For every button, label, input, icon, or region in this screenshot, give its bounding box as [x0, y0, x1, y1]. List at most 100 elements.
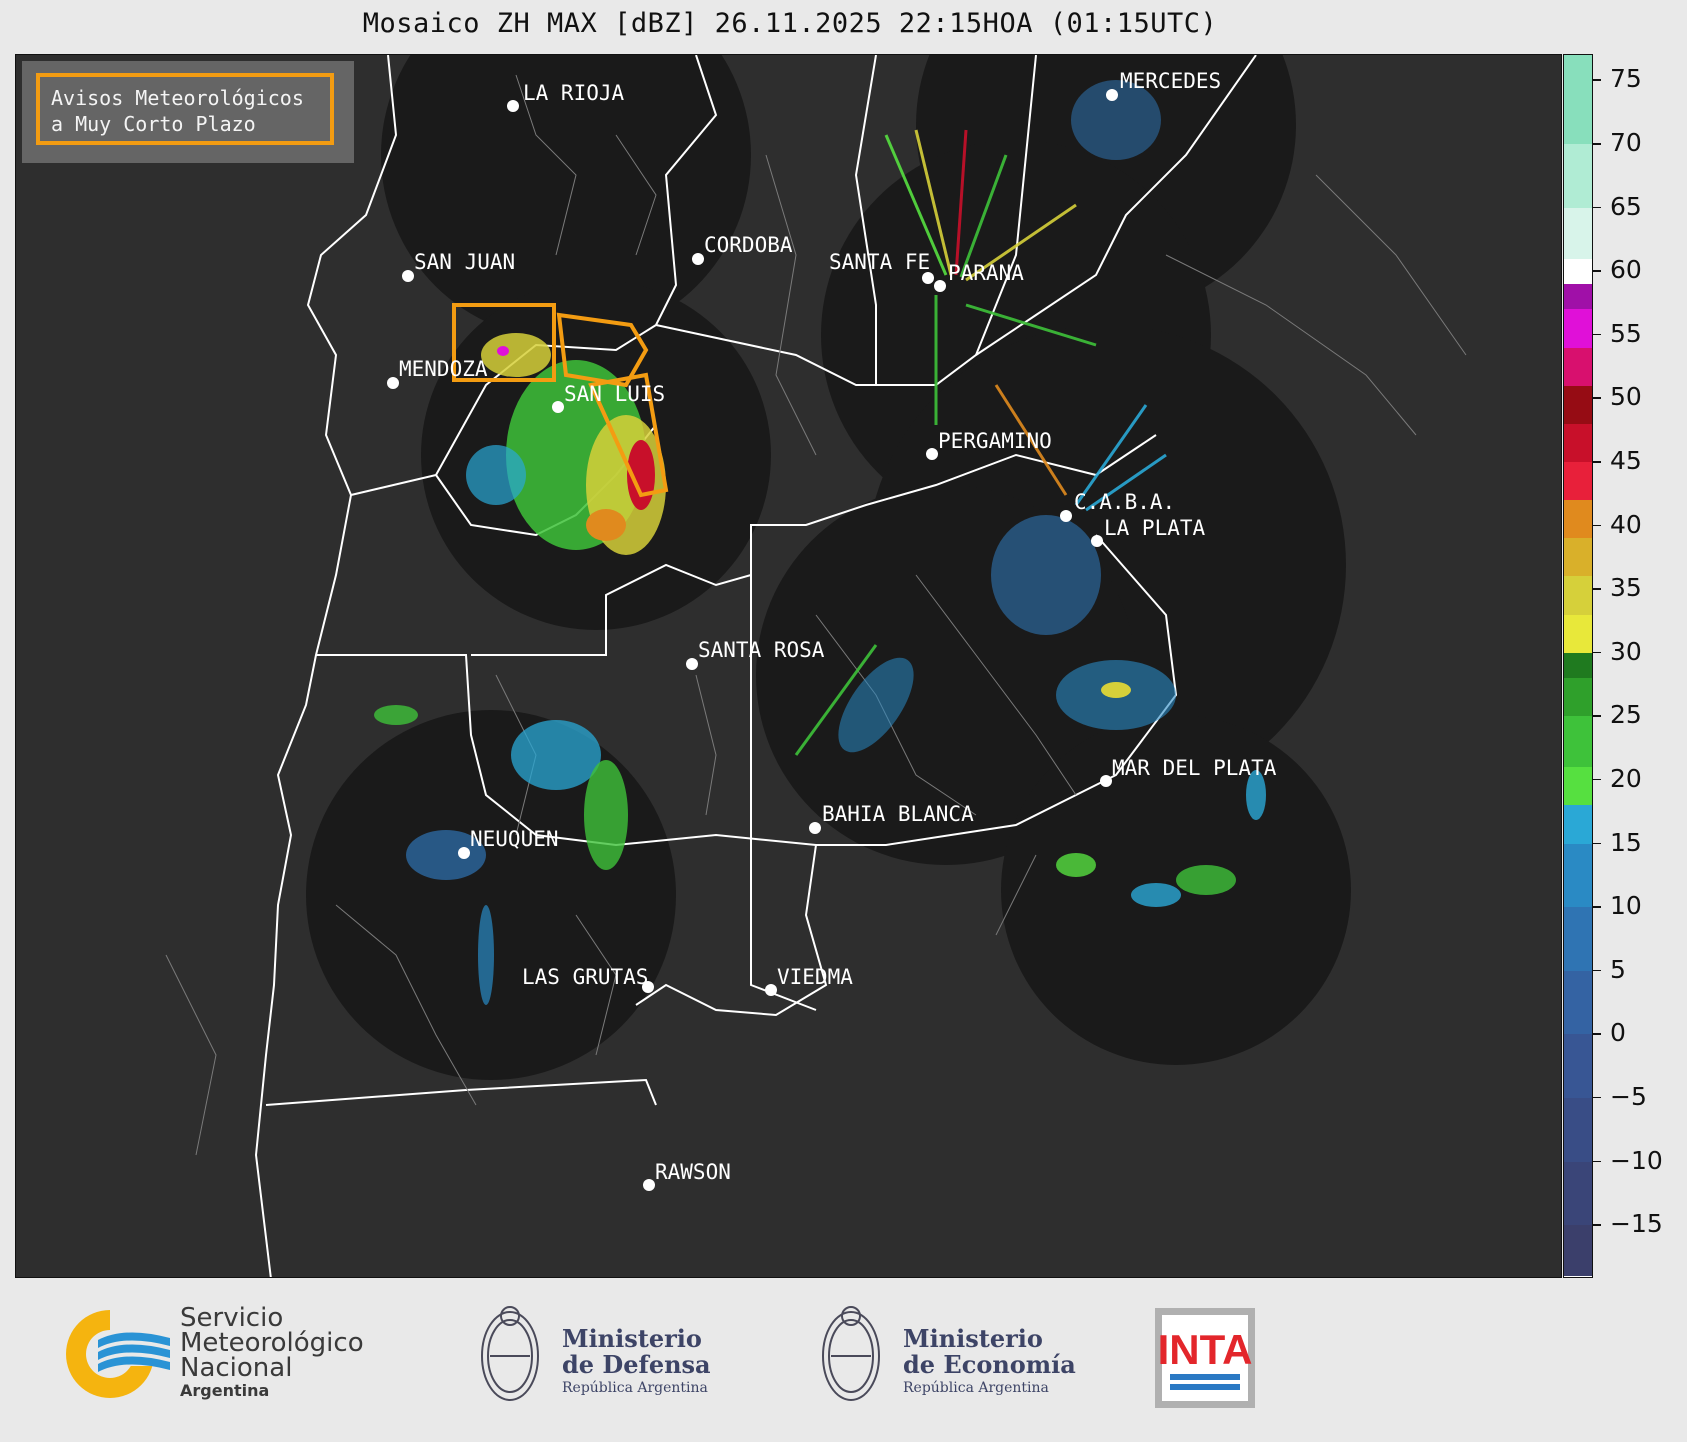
colorbar-band — [1564, 462, 1592, 501]
economia-line2: de Economía — [903, 1350, 1076, 1379]
colorbar-tick-label: 75 — [1610, 64, 1642, 94]
colorbar-band — [1564, 843, 1592, 908]
colorbar-band — [1564, 716, 1592, 768]
defensa-line2: de Defensa — [562, 1350, 711, 1379]
footer-logos: INTA Servicio Meteorológico Nacional Arg… — [0, 1278, 1687, 1438]
colorbar-tick-label: 5 — [1610, 954, 1626, 984]
colorbar-tick-mark — [1593, 270, 1601, 272]
colorbar-tick-mark — [1593, 842, 1601, 845]
colorbar-tick-label: 30 — [1610, 636, 1642, 666]
colorbar-tick-label: 25 — [1610, 700, 1642, 730]
city-parana: PARANA — [948, 261, 1024, 285]
map-title: Mosaico ZH MAX [dBZ] 26.11.2025 22:15HOA… — [362, 8, 1218, 39]
colorbar-tick-label: −15 — [1610, 1209, 1663, 1239]
colorbar-tick-label: 10 — [1610, 891, 1642, 921]
warnings-legend-line1: Avisos Meteorológicos — [51, 86, 304, 110]
defensa-logo-text: Ministerio de Defensa República Argentin… — [562, 1326, 711, 1398]
colorbar-band — [1564, 1034, 1592, 1098]
city-san-juan: SAN JUAN — [414, 250, 515, 274]
city-neuquen: NEUQUEN — [470, 827, 559, 851]
colorbar-tick-mark — [1593, 524, 1601, 527]
colorbar-tick-label: 15 — [1610, 827, 1642, 857]
colorbar-band — [1564, 347, 1592, 386]
city-viedma: VIEDMA — [777, 965, 853, 989]
colorbar-band — [1564, 614, 1592, 653]
radar-map[interactable]: LA RIOJA SAN JUAN CORDOBA SANTA FE PARAN… — [15, 54, 1562, 1278]
colorbar-band — [1564, 1225, 1592, 1276]
colorbar-tick-label: 0 — [1610, 1018, 1626, 1048]
colorbar-band — [1564, 385, 1592, 424]
colorbar-tick-label: 55 — [1610, 318, 1642, 348]
colorbar-tick-mark — [1593, 143, 1601, 145]
defensa-shield-icon — [481, 1306, 539, 1401]
reflectivity-colorbar — [1563, 54, 1593, 1278]
smn-line3: Nacional — [180, 1353, 293, 1383]
city-santa-rosa: SANTA ROSA — [698, 638, 825, 662]
colorbar-band — [1564, 55, 1592, 145]
colorbar-band — [1564, 970, 1592, 1035]
colorbar-tick-label: −5 — [1610, 1081, 1647, 1111]
colorbar-tick-mark — [1593, 715, 1601, 717]
colorbar-band — [1564, 805, 1592, 844]
colorbar-band — [1564, 652, 1592, 679]
colorbar-tick-label: 20 — [1610, 763, 1642, 793]
city-la-rioja: LA RIOJA — [523, 81, 625, 105]
colorbar-tick-mark — [1593, 206, 1601, 209]
economia-line3: República Argentina — [903, 1380, 1049, 1396]
colorbar-band — [1564, 1097, 1592, 1162]
inta-logo: INTA — [1155, 1308, 1255, 1408]
smn-logo-icon — [66, 1306, 170, 1398]
colorbar-band — [1564, 309, 1592, 348]
colorbar-band — [1564, 258, 1592, 284]
colorbar-band — [1564, 576, 1592, 615]
colorbar-tick-mark — [1593, 969, 1601, 972]
city-rawson: RAWSON — [655, 1160, 731, 1184]
colorbar-band — [1564, 767, 1592, 806]
colorbar-tick-mark — [1593, 651, 1601, 654]
smn-logo-text: Servicio Meteorológico Nacional Argentin… — [180, 1305, 364, 1401]
colorbar-tick-label: 50 — [1610, 382, 1642, 412]
warnings-legend: Avisos Meteorológicos a Muy Corto Plazo — [22, 61, 354, 163]
colorbar-tick-label: 40 — [1610, 509, 1642, 539]
city-santa-fe: SANTA FE — [829, 250, 930, 274]
colorbar-tick-mark — [1593, 1224, 1601, 1226]
inta-logo-text: INTA — [1158, 1326, 1253, 1373]
colorbar-tick-label: 35 — [1610, 573, 1642, 603]
colorbar-band — [1564, 500, 1592, 539]
colorbar-tick-mark — [1593, 333, 1601, 336]
colorbar-tick-label: 70 — [1610, 128, 1642, 158]
city-mercedes: MERCEDES — [1120, 69, 1221, 93]
colorbar-band — [1564, 144, 1592, 208]
defensa-line3: República Argentina — [562, 1380, 708, 1396]
city-bahia-blanca: BAHIA BLANCA — [822, 802, 974, 826]
colorbar-tick-mark — [1593, 1160, 1601, 1163]
colorbar-tick-mark — [1593, 397, 1601, 399]
colorbar-band — [1564, 207, 1592, 259]
city-la-plata: LA PLATA — [1104, 516, 1206, 540]
warnings-legend-line2: a Muy Corto Plazo — [51, 112, 256, 136]
colorbar-tick-label: 45 — [1610, 446, 1642, 475]
economia-shield-icon — [822, 1306, 880, 1401]
city-san-luis: SAN LUIS — [564, 382, 665, 406]
colorbar-band — [1564, 907, 1592, 971]
colorbar-tick-mark — [1593, 1096, 1601, 1099]
colorbar-tick-label: 60 — [1610, 255, 1642, 285]
city-mendoza: MENDOZA — [399, 357, 488, 381]
economia-logo-text: Ministerio de Economía República Argenti… — [903, 1326, 1076, 1398]
colorbar-tick-mark — [1593, 778, 1601, 781]
city-pergamino: PERGAMINO — [938, 429, 1052, 453]
warnings-legend-frame: Avisos Meteorológicos a Muy Corto Plazo — [36, 73, 334, 145]
colorbar-band — [1564, 538, 1592, 577]
colorbar-tick-mark — [1593, 79, 1601, 81]
city-cordoba: CORDOBA — [704, 233, 793, 257]
colorbar-tick-mark — [1593, 461, 1601, 463]
colorbar-band — [1564, 678, 1592, 717]
colorbar-tick-mark — [1593, 906, 1601, 908]
colorbar-tick-label: 65 — [1610, 191, 1642, 221]
defensa-line1: Ministerio — [562, 1324, 702, 1353]
city-las-grutas: LAS GRUTAS — [522, 965, 648, 989]
colorbar-tick-mark — [1593, 1033, 1601, 1035]
map-canvas: LA RIOJA SAN JUAN CORDOBA SANTA FE PARAN… — [16, 55, 1561, 1277]
colorbar-band — [1564, 423, 1592, 462]
colorbar-band — [1564, 1161, 1592, 1226]
